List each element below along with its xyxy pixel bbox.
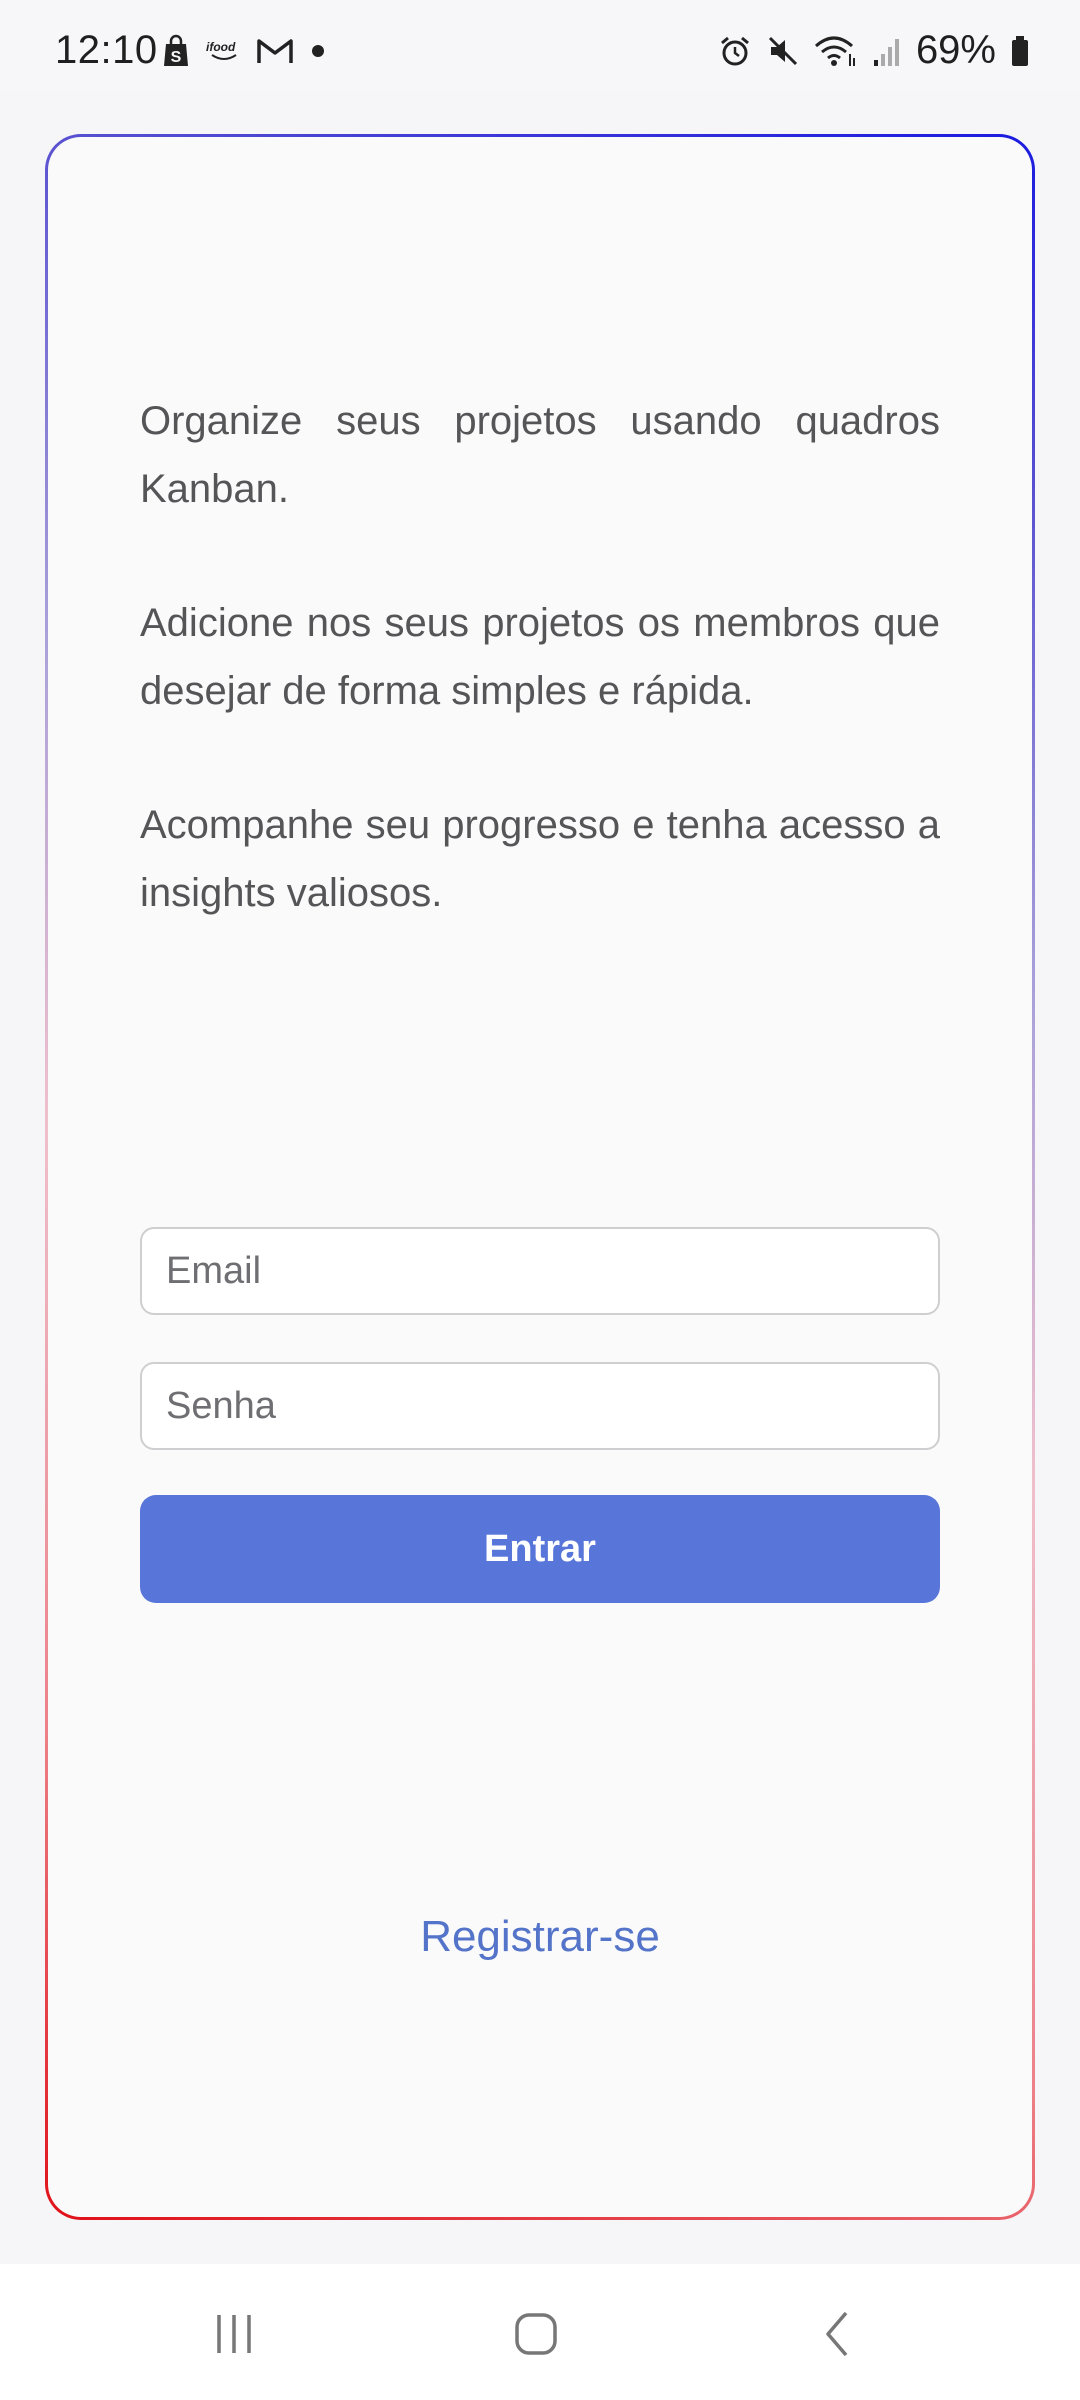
dot-icon [308, 41, 328, 61]
battery-percentage: 69% [915, 28, 996, 72]
login-button[interactable]: Entrar [140, 1495, 940, 1603]
register-link[interactable]: Registrar-se [48, 1912, 1032, 1962]
login-card-content: Organize seus projetos usando quadros Ka… [48, 137, 1032, 2217]
login-form: Entrar [140, 1227, 940, 1603]
gmail-icon [256, 37, 294, 65]
ifood-icon: ifood [206, 39, 242, 63]
feature-insights: Acompanhe seu progresso e tenha acesso a… [140, 803, 940, 915]
status-bar: 12:10 S ifood 69% [0, 0, 1080, 90]
recent-apps-icon[interactable] [194, 2304, 274, 2364]
feature-kanban: Organize seus projetos usando quadros Ka… [140, 399, 940, 511]
battery-icon [1010, 34, 1030, 68]
system-status: 69% [718, 28, 1030, 73]
login-card: Organize seus projetos usando quadros Ka… [45, 134, 1035, 2220]
notification-icons: S ifood [160, 34, 328, 68]
feature-list: Organize seus projetos usando quadros Ka… [140, 387, 940, 993]
navigation-bar [0, 2264, 1080, 2400]
signal-icon [872, 34, 902, 68]
svg-text:S: S [171, 49, 182, 66]
wifi-icon [814, 34, 858, 68]
status-time: 12:10 [55, 28, 158, 72]
svg-text:ifood: ifood [206, 40, 236, 54]
home-icon[interactable] [496, 2304, 576, 2364]
shopping-bag-icon: S [160, 34, 192, 68]
back-icon[interactable] [798, 2304, 878, 2364]
password-field[interactable] [140, 1362, 940, 1450]
mute-icon [766, 34, 800, 68]
email-field[interactable] [140, 1227, 940, 1315]
feature-members: Adicione nos seus projetos os membros qu… [140, 601, 940, 713]
alarm-icon [718, 34, 752, 68]
